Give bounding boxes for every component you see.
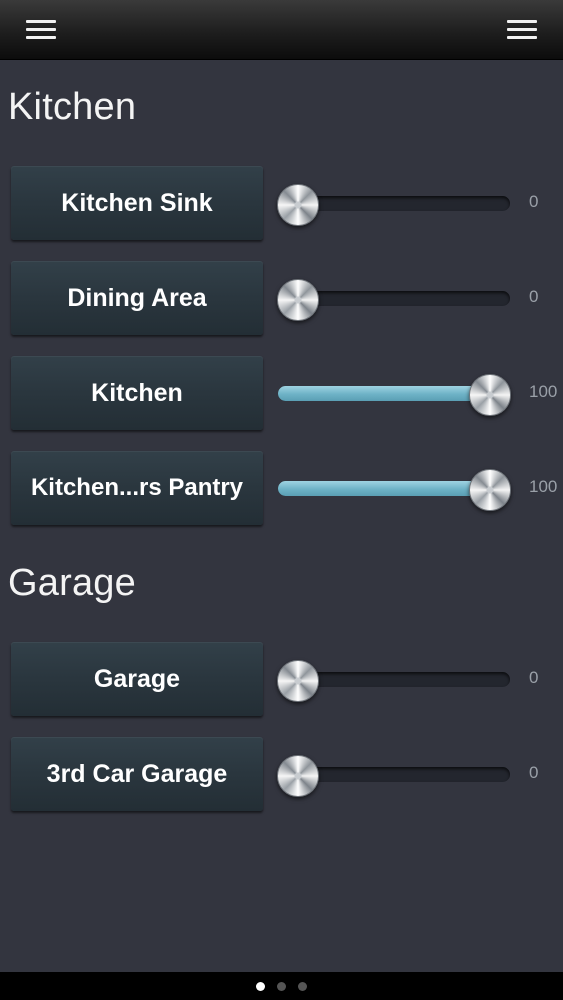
slider-knob[interactable] <box>277 660 319 702</box>
dimmer-slider[interactable] <box>277 660 513 702</box>
device-button-kitchen-pantry[interactable]: Kitchen...rs Pantry <box>11 451 263 525</box>
device-row: 3rd Car Garage 0 <box>0 737 563 811</box>
dimmer-value: 0 <box>529 287 539 306</box>
section-title-garage: Garage <box>8 562 136 604</box>
dimmer-slider[interactable] <box>278 374 513 416</box>
slider-knob[interactable] <box>277 279 319 321</box>
device-button-kitchen-sink[interactable]: Kitchen Sink <box>11 166 263 240</box>
slider-knob[interactable] <box>277 184 319 226</box>
dimmer-slider[interactable] <box>277 184 513 226</box>
dimmer-slider[interactable] <box>277 755 513 797</box>
section-title-kitchen: Kitchen <box>8 86 137 128</box>
right-menu-icon[interactable] <box>507 17 537 41</box>
left-menu-icon[interactable] <box>26 17 56 41</box>
page-indicator-bar <box>0 972 563 1000</box>
dimmer-slider[interactable] <box>277 279 513 321</box>
slider-knob[interactable] <box>469 469 511 511</box>
device-button-kitchen[interactable]: Kitchen <box>11 356 263 430</box>
device-row: Kitchen...rs Pantry 100 <box>0 451 563 525</box>
device-button-garage[interactable]: Garage <box>11 642 263 716</box>
device-button-3rd-car-garage[interactable]: 3rd Car Garage <box>11 737 263 811</box>
dimmer-value: 100 <box>529 477 558 496</box>
dimmer-slider[interactable] <box>278 469 513 511</box>
slider-knob[interactable] <box>277 755 319 797</box>
dimmer-value: 0 <box>529 192 539 211</box>
slider-fill <box>278 386 496 401</box>
top-bar <box>0 0 563 60</box>
device-button-dining-area[interactable]: Dining Area <box>11 261 263 335</box>
dimmer-value: 0 <box>529 668 539 687</box>
page-dot[interactable] <box>277 982 286 991</box>
device-row: Kitchen Sink 0 <box>0 166 563 240</box>
dimmer-value: 100 <box>529 382 558 401</box>
dimmer-value: 0 <box>529 763 539 782</box>
device-row: Garage 0 <box>0 642 563 716</box>
slider-fill <box>278 481 496 496</box>
page-dot[interactable] <box>298 982 307 991</box>
device-row: Kitchen 100 <box>0 356 563 430</box>
slider-knob[interactable] <box>469 374 511 416</box>
page-dot[interactable] <box>256 982 265 991</box>
screen: Kitchen Kitchen Sink 0 Dining Area 0 Kit… <box>0 0 563 1000</box>
device-row: Dining Area 0 <box>0 261 563 335</box>
